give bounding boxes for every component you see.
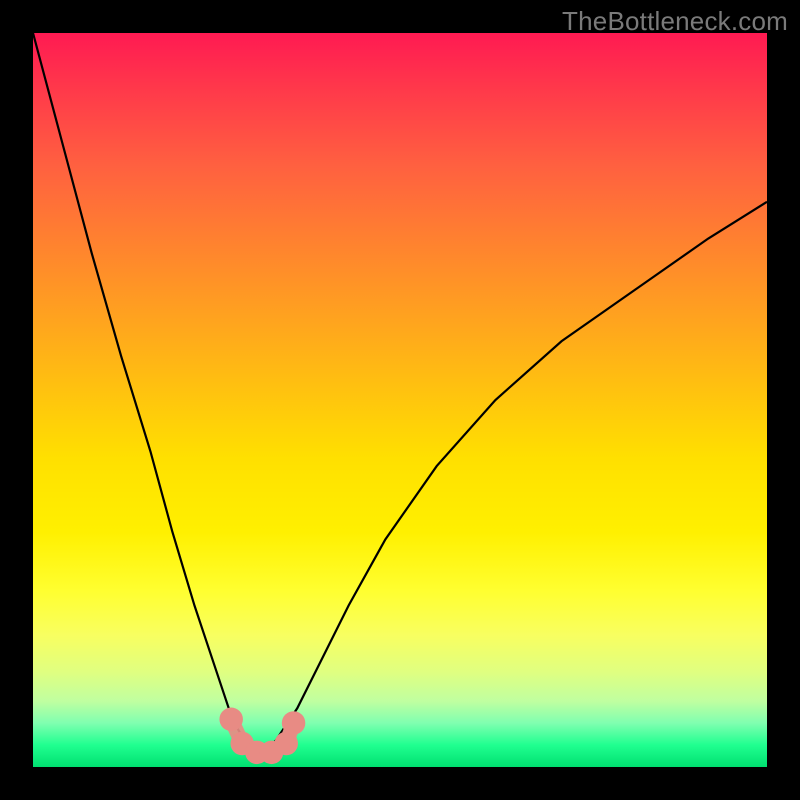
plot-area <box>33 33 767 767</box>
marker-dot <box>219 708 242 731</box>
bottleneck-curve <box>33 33 767 748</box>
marker-dot <box>274 732 297 755</box>
curve-markers <box>219 708 305 765</box>
marker-dot <box>282 711 305 734</box>
curve-svg <box>33 33 767 767</box>
chart-container: TheBottleneck.com <box>0 0 800 800</box>
